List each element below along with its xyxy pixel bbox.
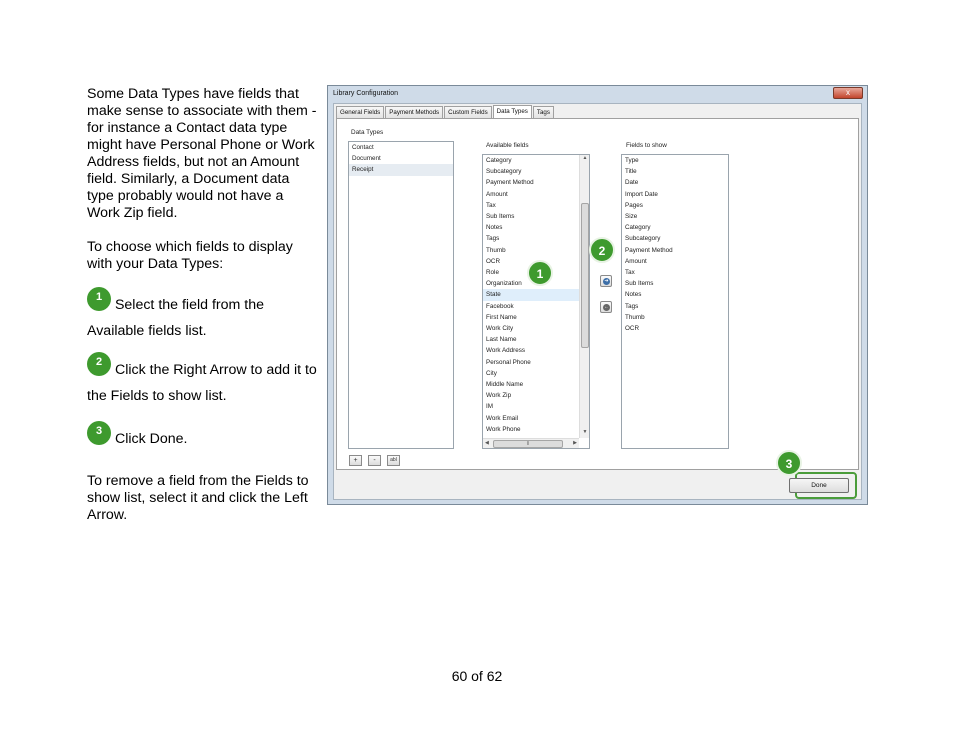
list-item[interactable]: IM [483,401,589,412]
list-item[interactable]: Tax [622,267,728,278]
list-item[interactable]: Tax [483,200,589,211]
fields-to-show-items: Type Title Date Import Date Pages Size Categor… [622,155,728,334]
available-vertical-scrollbar[interactable]: ▲ ▼ [579,155,589,438]
available-fields-list[interactable]: Category Subcategory Payment Method Amount T… [482,154,590,449]
library-configuration-window: Library Configuration x General Fields P… [327,85,868,505]
callout-2-badge: 2 [589,237,615,263]
remove-field-left-arrow-button[interactable]: ← [600,301,612,313]
instructions: Some Data Types have fields that make se… [87,86,317,524]
available-fields-label: Available fields [486,142,529,149]
scroll-down-icon[interactable]: ▼ [580,429,589,438]
tab-data-types[interactable]: Data Types [492,105,532,118]
list-item[interactable]: Tags [622,301,728,312]
left-arrow-icon: ← [603,304,610,311]
list-item[interactable]: Size [622,211,728,222]
window-body: General Fields Payment Methods Custom Fi… [333,103,862,500]
list-item[interactable]: Work City [483,323,589,334]
list-item[interactable]: Tags [483,233,589,244]
list-item[interactable]: Work Address [483,345,589,356]
scroll-right-icon[interactable]: ▶ [573,440,577,446]
list-item[interactable]: Last Name [483,334,589,345]
scroll-thumb[interactable] [581,203,589,348]
step-2-text: Click the Right Arrow to add it to the F… [87,362,317,404]
available-fields-items: Category Subcategory Payment Method Amount T… [483,155,589,435]
data-types-label: Data Types [351,129,384,136]
list-item[interactable]: Personal Phone [483,357,589,368]
intro-paragraph: Some Data Types have fields that make se… [87,86,317,221]
data-types-panel: Data Types Contact Document Receipt Avai… [336,118,859,470]
step-1-text: Select the field from the Available fiel… [87,297,264,339]
tab-strip: General Fields Payment Methods Custom Fi… [336,105,555,118]
callout-3-badge: 3 [776,450,802,476]
list-item[interactable]: Payment Method [483,177,589,188]
remove-data-type-button[interactable]: - [368,455,381,466]
done-button[interactable]: Done [789,478,849,493]
list-item[interactable]: First Name [483,312,589,323]
step-1-badge: 1 [87,287,111,311]
page-number: 60 of 62 [451,668,503,684]
step-2-badge: 2 [87,352,111,376]
step-3: 3 Click Done. [87,421,317,457]
window-title: Library Configuration [333,90,398,97]
scroll-up-icon[interactable]: ▲ [580,155,589,164]
dialog-footer: Done [336,470,859,499]
list-item[interactable]: Date [622,177,728,188]
close-button[interactable]: x [833,87,863,99]
list-item[interactable]: Amount [483,189,589,200]
list-item[interactable]: OCR [622,323,728,334]
list-item[interactable]: State [483,289,589,301]
step-2: 2 Click the Right Arrow to add it to the… [87,352,317,405]
list-item[interactable]: Contact [349,142,453,153]
step-3-badge: 3 [87,421,111,445]
list-item[interactable]: Receipt [349,164,453,176]
list-item[interactable]: Work Email [483,413,589,424]
list-item[interactable]: Facebook [483,301,589,312]
list-item[interactable]: Work Zip [483,390,589,401]
list-item[interactable]: Amount [622,256,728,267]
list-item[interactable]: Work Phone [483,424,589,435]
add-data-type-button[interactable]: + [349,455,362,466]
list-item[interactable]: Document [349,153,453,164]
list-item[interactable]: Title [622,166,728,177]
right-arrow-icon: ➜ [603,278,610,285]
list-item[interactable]: Thumb [622,312,728,323]
list-item[interactable]: Subcategory [622,233,728,244]
fields-to-show-list[interactable]: Type Title Date Import Date Pages Size Categor… [621,154,729,449]
list-item[interactable]: Type [622,155,728,166]
list-item[interactable]: City [483,368,589,379]
list-item[interactable]: Category [483,155,589,166]
list-item[interactable]: Thumb [483,245,589,256]
list-item[interactable]: Sub Items [483,211,589,222]
available-horizontal-scrollbar[interactable]: ◀ ⦀ ▶ [483,438,579,448]
tab-tags[interactable]: Tags [532,106,554,118]
steps-heading: To choose which fields to display with y… [87,239,293,272]
list-item[interactable]: Subcategory [483,166,589,177]
list-item[interactable]: Notes [483,222,589,233]
scroll-thumb-horizontal[interactable]: ⦀ [493,440,563,448]
list-item[interactable]: Middle Name [483,379,589,390]
fields-to-show-label: Fields to show [626,142,667,149]
list-item[interactable]: Payment Method [622,245,728,256]
list-item[interactable]: Pages [622,200,728,211]
data-types-list[interactable]: Contact Document Receipt [348,141,454,449]
list-item[interactable]: Sub Items [622,278,728,289]
add-field-right-arrow-button[interactable]: ➜ [600,275,612,287]
tab-payment-methods[interactable]: Payment Methods [385,106,444,118]
list-item[interactable]: Notes [622,289,728,300]
list-item[interactable]: Import Date [622,189,728,200]
list-item[interactable]: Category [622,222,728,233]
callout-1-badge: 1 [527,260,553,286]
remove-instructions: To remove a field from the Fields to sho… [87,473,309,523]
rename-data-type-button[interactable]: abl [387,455,400,466]
tab-custom-fields[interactable]: Custom Fields [444,106,492,118]
step-3-text: Click Done. [111,431,188,447]
tab-general-fields[interactable]: General Fields [336,106,385,118]
scroll-left-icon[interactable]: ◀ [485,440,489,446]
step-1: 1 Select the field from the Available fi… [87,287,317,340]
